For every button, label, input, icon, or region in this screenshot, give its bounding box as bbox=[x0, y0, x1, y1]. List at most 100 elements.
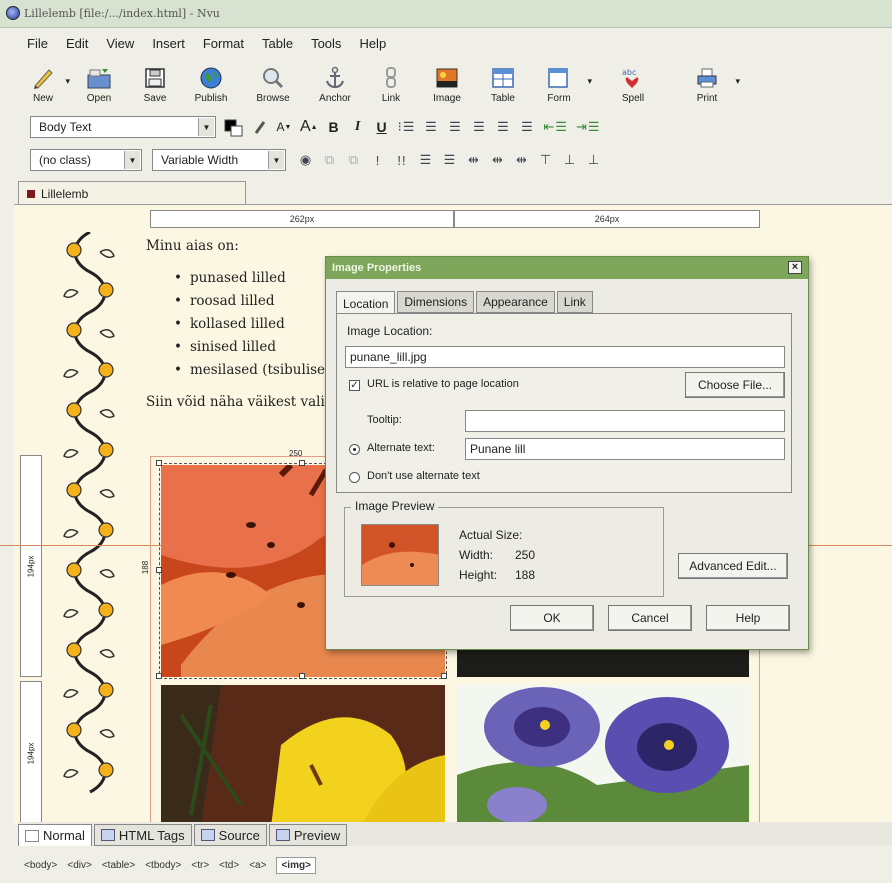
tab-dimensions[interactable]: Dimensions bbox=[397, 291, 475, 313]
highlight-pen-icon[interactable] bbox=[250, 116, 270, 138]
larger-text-button[interactable]: A ▲ bbox=[298, 116, 320, 138]
image-button[interactable]: Image bbox=[416, 56, 478, 110]
bulleted-list-icon[interactable]: ⁝☰ bbox=[396, 116, 418, 138]
menu-format[interactable]: Format bbox=[194, 36, 253, 51]
purple-pansy-image[interactable] bbox=[457, 685, 749, 827]
yellow-lily-image[interactable] bbox=[161, 685, 445, 827]
spell-button[interactable]: abc Spell bbox=[590, 56, 676, 110]
tab-preview[interactable]: Preview bbox=[268, 824, 348, 846]
tab-normal[interactable]: Normal bbox=[18, 824, 92, 846]
no-alt-text-radio[interactable] bbox=[349, 472, 360, 483]
status-tag[interactable]: <body> bbox=[24, 860, 57, 871]
choose-file-button[interactable]: Choose File... bbox=[685, 372, 785, 398]
bold-button[interactable]: B bbox=[324, 116, 344, 138]
dialog-title-bar[interactable]: Image Properties × bbox=[326, 257, 808, 279]
underline-button[interactable]: U bbox=[372, 116, 392, 138]
print-button[interactable]: Print ▾ bbox=[676, 56, 740, 110]
menu-file[interactable]: File bbox=[18, 36, 57, 51]
status-tag-selected[interactable]: <img> bbox=[276, 857, 316, 874]
class-select[interactable]: (no class) ▼ bbox=[30, 149, 142, 171]
browse-button[interactable]: Browse bbox=[242, 56, 304, 110]
resize-handle-s[interactable] bbox=[299, 673, 305, 679]
resize-handle-se[interactable] bbox=[441, 673, 447, 679]
table-button[interactable]: Table bbox=[478, 56, 528, 110]
resize-handle-sw[interactable] bbox=[156, 673, 162, 679]
status-tag[interactable]: <div> bbox=[67, 860, 91, 871]
menu-edit[interactable]: Edit bbox=[57, 36, 97, 51]
tab-location[interactable]: Location bbox=[336, 291, 396, 315]
url-relative-checkbox[interactable]: ✓ bbox=[349, 380, 360, 391]
edit-mode-tabs: Normal HTML Tags Source Preview bbox=[18, 822, 892, 846]
document-tab[interactable]: Lillelemb bbox=[18, 181, 246, 205]
menu-view[interactable]: View bbox=[97, 36, 143, 51]
align-left-icon[interactable]: ☰ bbox=[445, 116, 465, 138]
indent-icon[interactable]: ⇥☰ bbox=[574, 116, 603, 138]
box-left-icon[interactable]: ☰ bbox=[416, 149, 436, 171]
menu-table[interactable]: Table bbox=[253, 36, 302, 51]
open-button[interactable]: Open bbox=[68, 56, 130, 110]
status-tag[interactable]: <a> bbox=[249, 860, 266, 871]
important-icon[interactable]: ! bbox=[368, 149, 388, 171]
menu-insert[interactable]: Insert bbox=[143, 36, 194, 51]
publish-button[interactable]: Publish bbox=[180, 56, 242, 110]
italic-button[interactable]: I bbox=[348, 116, 368, 138]
status-tag[interactable]: <table> bbox=[102, 860, 135, 871]
tab-link[interactable]: Link bbox=[556, 291, 593, 313]
outdent-icon[interactable]: ⇤☰ bbox=[541, 116, 570, 138]
cancel-button[interactable]: Cancel bbox=[608, 605, 692, 631]
save-button[interactable]: Save bbox=[130, 56, 180, 110]
status-tag[interactable]: <tbody> bbox=[145, 860, 181, 871]
print-dropdown-icon[interactable]: ▾ bbox=[735, 76, 740, 87]
align-right-icon[interactable]: ☰ bbox=[493, 116, 513, 138]
tab-source-label: Source bbox=[218, 827, 260, 843]
justify-icon[interactable]: ☰ bbox=[517, 116, 537, 138]
app-icon bbox=[6, 6, 20, 20]
text-color-button[interactable] bbox=[220, 116, 246, 138]
spacing-center-icon[interactable]: ⇹ bbox=[488, 149, 508, 171]
chevron-down-icon: ▼ bbox=[268, 151, 284, 169]
font-select[interactable]: Variable Width ▼ bbox=[152, 149, 286, 171]
form-button[interactable]: Form ▾ bbox=[528, 56, 592, 110]
tab-html-tags-label: HTML Tags bbox=[118, 827, 185, 843]
copy-style-icon[interactable]: ⧉ bbox=[320, 149, 340, 171]
box-right-icon[interactable]: ☰ bbox=[440, 149, 460, 171]
resize-handle-n[interactable] bbox=[299, 460, 305, 466]
valign-middle-icon[interactable]: ⊥ bbox=[560, 149, 580, 171]
menu-help[interactable]: Help bbox=[350, 36, 395, 51]
anchor-icon bbox=[322, 66, 348, 90]
paragraph-style-select[interactable]: Body Text ▼ bbox=[30, 116, 216, 138]
valign-bottom-icon[interactable]: ⊥ bbox=[584, 149, 604, 171]
save-icon bbox=[142, 66, 168, 90]
double-important-icon[interactable]: !! bbox=[392, 149, 412, 171]
advanced-edit-button[interactable]: Advanced Edit... bbox=[678, 553, 788, 579]
ok-button[interactable]: OK bbox=[510, 605, 594, 631]
resize-handle-w[interactable] bbox=[156, 567, 162, 573]
spacing-right-icon[interactable]: ⇹ bbox=[512, 149, 532, 171]
image-location-input[interactable]: punane_lill.jpg bbox=[345, 346, 785, 368]
anchor-button[interactable]: Anchor bbox=[304, 56, 366, 110]
new-button[interactable]: New ▾ bbox=[18, 56, 70, 110]
alt-text-radio[interactable] bbox=[349, 444, 360, 455]
tab-source[interactable]: Source bbox=[193, 824, 267, 846]
tooltip-input[interactable] bbox=[465, 410, 785, 432]
alt-text-input[interactable]: Punane lill bbox=[465, 438, 785, 460]
resize-handle-nw[interactable] bbox=[156, 460, 162, 466]
style-icon[interactable]: ◉ bbox=[296, 149, 316, 171]
help-button[interactable]: Help bbox=[706, 605, 790, 631]
menu-tools[interactable]: Tools bbox=[302, 36, 350, 51]
numbered-list-icon[interactable]: ☰ bbox=[421, 116, 441, 138]
tab-appearance[interactable]: Appearance bbox=[476, 291, 555, 313]
link-button[interactable]: Link bbox=[366, 56, 416, 110]
form-icon bbox=[546, 66, 572, 90]
align-center-icon[interactable]: ☰ bbox=[469, 116, 489, 138]
spacing-left-icon[interactable]: ⇹ bbox=[464, 149, 484, 171]
status-tag[interactable]: <tr> bbox=[191, 860, 209, 871]
save-label: Save bbox=[143, 93, 167, 104]
tab-html-tags[interactable]: HTML Tags bbox=[93, 824, 192, 846]
paste-style-icon[interactable]: ⧉ bbox=[344, 149, 364, 171]
form-label: Form bbox=[547, 93, 571, 104]
valign-top-icon[interactable]: ⊤ bbox=[536, 149, 556, 171]
smaller-text-button[interactable]: A ▼ bbox=[274, 116, 294, 138]
close-icon[interactable]: × bbox=[788, 261, 802, 274]
status-tag[interactable]: <td> bbox=[219, 860, 239, 871]
